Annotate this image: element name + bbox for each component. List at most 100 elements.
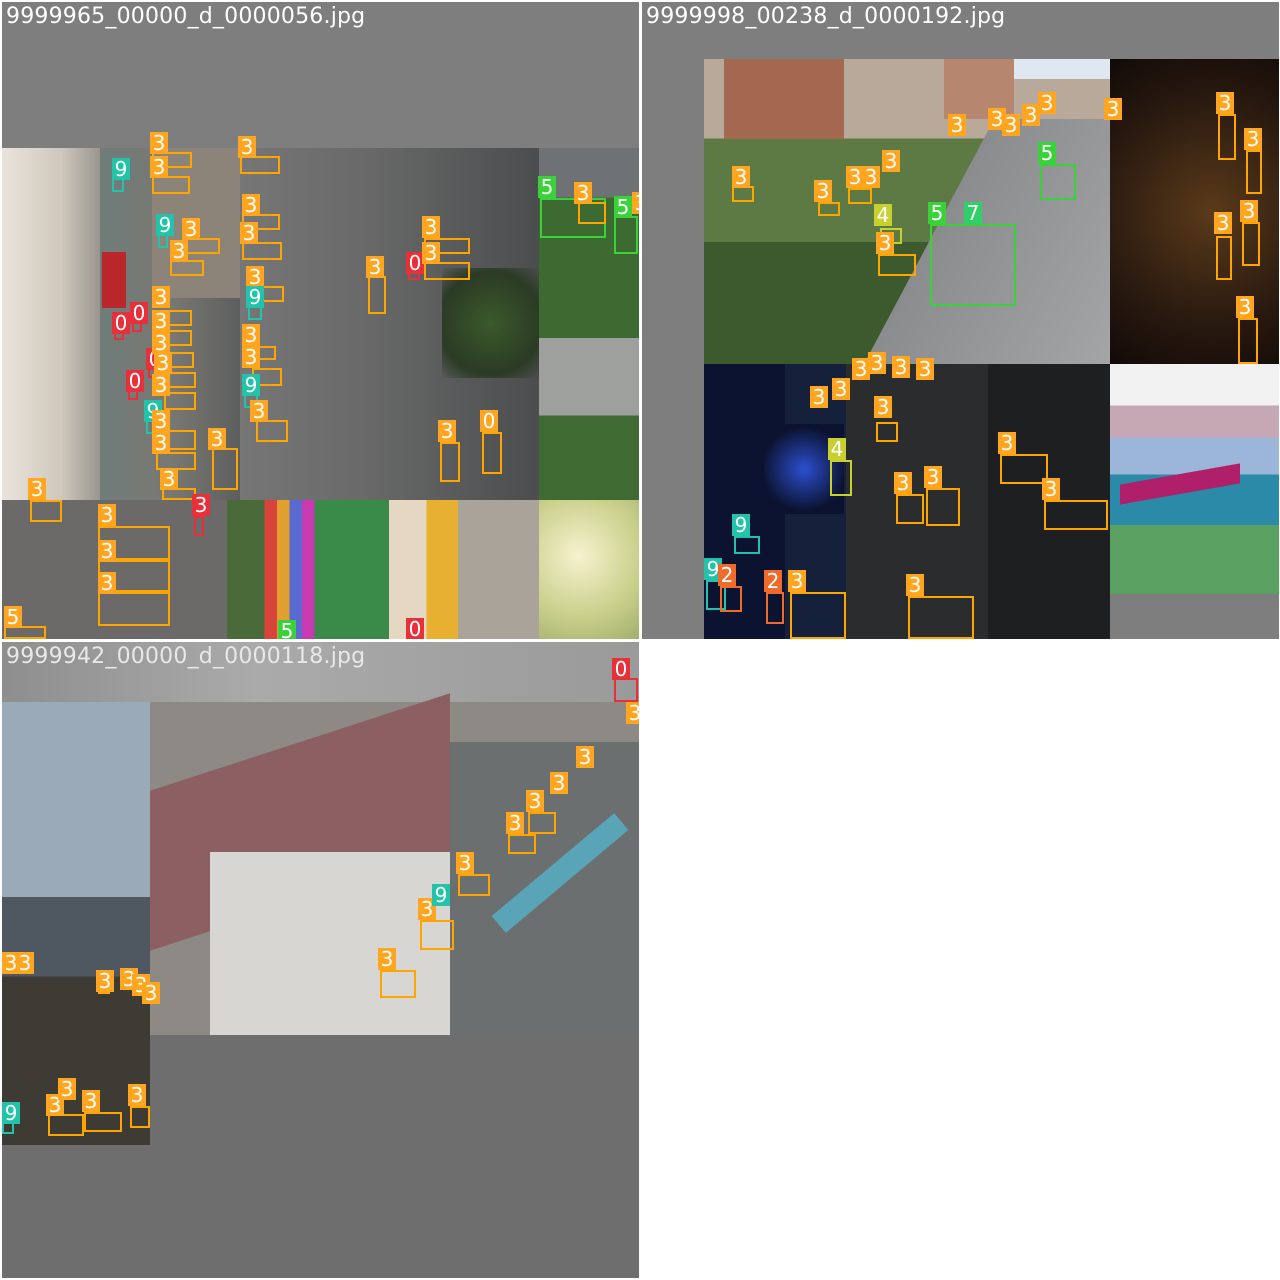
- detection-box: [528, 812, 556, 834]
- detection-box: [380, 970, 416, 998]
- detection-label: 0: [480, 410, 498, 432]
- detection-label: 0: [126, 370, 144, 392]
- detection-label: 3: [150, 132, 168, 154]
- detection-box: [876, 422, 898, 442]
- detection-box: [896, 494, 924, 524]
- detection-label: 3: [128, 1084, 146, 1106]
- detection-label: 3: [422, 216, 440, 238]
- detection-box: [1000, 454, 1048, 484]
- detection-label: 3: [526, 790, 544, 812]
- detection-label: 3: [58, 1078, 76, 1100]
- detection-label: 9: [242, 374, 260, 396]
- detection-label: 3: [422, 242, 440, 264]
- detection-label: 3: [150, 156, 168, 178]
- detection-box: [1044, 500, 1108, 530]
- detection-label: 3: [16, 952, 34, 974]
- detection-label: 3: [948, 114, 966, 136]
- distant-sky: [1014, 59, 1110, 79]
- detection-label: 9: [432, 884, 450, 906]
- detection-label: 3: [152, 432, 170, 454]
- detection-label: 3: [998, 432, 1016, 454]
- detection-box: [734, 536, 760, 554]
- detection-box: [48, 1114, 84, 1136]
- detection-box: [926, 488, 960, 526]
- detection-label: 3: [1042, 478, 1060, 500]
- detection-label: 9: [112, 158, 130, 180]
- detection-label: 3: [506, 812, 524, 834]
- detection-box: [194, 516, 204, 536]
- detection-label: 3: [1216, 92, 1234, 114]
- detection-label: 3: [182, 218, 200, 240]
- detection-box: [1246, 150, 1262, 194]
- mosaic-tile-1: 9999965_00000_d_0000056.jpg 9 3 3 3 3 3 …: [2, 2, 639, 639]
- detection-label: 3: [892, 356, 910, 378]
- detection-label: 3: [868, 352, 886, 374]
- detection-box: [420, 920, 454, 950]
- detection-label: 3: [152, 310, 170, 332]
- detection-box: [848, 188, 872, 204]
- detection-box: [818, 202, 840, 216]
- detection-box: [1238, 318, 1258, 364]
- detection-label: 3: [626, 702, 639, 724]
- pink-roof: [1120, 463, 1240, 505]
- detection-label: 3: [1240, 200, 1258, 222]
- mosaic-tile-3: 9999942_00000_d_0000118.jpg 0 3 3 3 3 3 …: [2, 642, 639, 1278]
- detection-label: 3: [574, 182, 592, 204]
- detection-label: 5: [4, 606, 22, 628]
- detection-box: [508, 834, 536, 854]
- detection-box: [1242, 222, 1260, 266]
- detection-label: 3: [240, 222, 258, 244]
- detection-label: 9: [732, 514, 750, 536]
- detection-box: [614, 216, 638, 254]
- detection-label: 3: [242, 324, 260, 346]
- detection-label: 3: [916, 358, 934, 380]
- tree-cluster: [442, 268, 539, 378]
- detection-label: 3: [862, 166, 880, 188]
- detection-label: 3: [96, 970, 114, 992]
- empty-quadrant: [640, 640, 1280, 1280]
- tile-filename: 9999998_00238_d_0000192.jpg: [646, 4, 1006, 29]
- detection-box: [614, 678, 638, 702]
- detection-label: 3: [98, 572, 116, 594]
- detection-box: [1216, 236, 1232, 280]
- apartment-tower: [724, 59, 844, 139]
- detection-label: 3: [1038, 92, 1056, 114]
- detection-label: 3: [874, 396, 892, 418]
- detection-label: 3: [576, 746, 594, 768]
- detection-label: 2: [764, 570, 782, 592]
- detection-label: 3: [250, 400, 268, 422]
- detection-label: 3: [242, 194, 260, 216]
- detection-label: 3: [366, 256, 384, 278]
- detection-label: 3: [98, 540, 116, 562]
- detection-label: 0: [112, 312, 130, 334]
- detection-label: 3: [242, 346, 260, 368]
- detection-box: [30, 500, 62, 522]
- tile-filename: 9999942_00000_d_0000118.jpg: [6, 644, 366, 669]
- skyline-photo: [2, 702, 150, 1145]
- detection-box: [578, 202, 606, 224]
- detection-label: 9: [156, 214, 174, 236]
- detection-label: 3: [378, 948, 396, 970]
- detection-label: 3: [152, 374, 170, 396]
- detection-label: 5: [928, 202, 946, 224]
- detection-label: 9: [2, 1102, 20, 1124]
- detection-label: 3: [28, 478, 46, 500]
- detection-label: 3: [632, 192, 639, 214]
- detection-label: 3: [1236, 296, 1254, 318]
- detection-label: 3: [732, 166, 750, 188]
- detection-label: 2: [718, 564, 736, 586]
- detection-label: 0: [130, 302, 148, 324]
- detection-label: 3: [876, 232, 894, 254]
- detection-label: 3: [154, 352, 172, 374]
- building-facade: [210, 852, 450, 1035]
- detection-label: 3: [1214, 212, 1232, 234]
- detection-label: 4: [828, 438, 846, 460]
- detection-label: 9: [246, 286, 264, 308]
- detection-label: 5: [1038, 142, 1056, 164]
- detection-label: 3: [238, 136, 256, 158]
- detection-box: [458, 874, 490, 896]
- detection-label: 5: [538, 176, 556, 198]
- detection-label: 3: [142, 982, 160, 1004]
- detection-label: 5: [278, 620, 296, 639]
- detection-label: 3: [152, 410, 170, 432]
